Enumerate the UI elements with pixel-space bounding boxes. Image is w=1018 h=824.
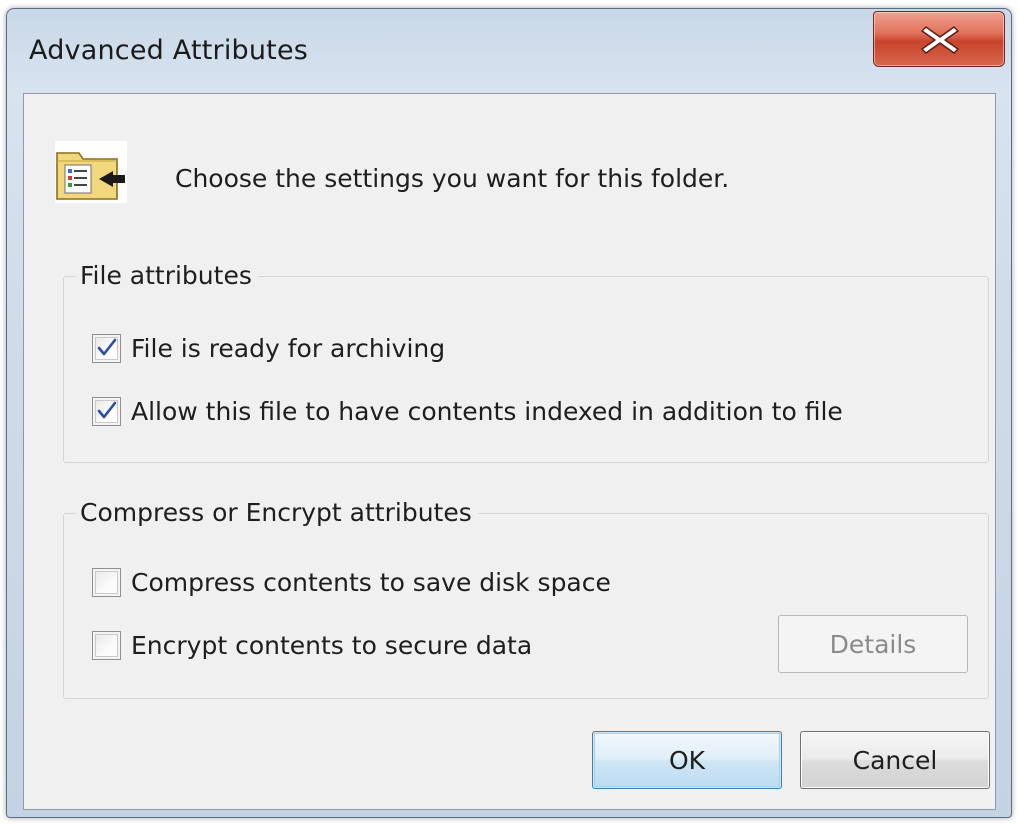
archive-label[interactable]: File is ready for archiving (131, 334, 445, 363)
index-label[interactable]: Allow this file to have contents indexed… (131, 397, 843, 426)
dialog-content: Choose the settings you want for this fo… (23, 93, 996, 810)
check-mark-icon (97, 401, 117, 418)
encrypt-label[interactable]: Encrypt contents to secure data (131, 631, 532, 660)
encrypt-checkbox[interactable] (92, 630, 121, 660)
window-title: Advanced Attributes (29, 35, 309, 66)
advanced-attributes-dialog: Advanced Attributes Choose the settings … (6, 8, 1012, 818)
cancel-button[interactable]: Cancel (800, 731, 990, 789)
encrypt-option[interactable]: Encrypt contents to secure data (92, 628, 532, 662)
archive-checkbox[interactable] (92, 333, 121, 363)
details-button[interactable]: Details (778, 615, 968, 673)
file-attributes-legend: File attributes (76, 261, 258, 290)
index-checkbox[interactable] (92, 396, 121, 426)
file-attributes-group: File attributes File is ready for archiv… (63, 261, 989, 463)
title-bar[interactable]: Advanced Attributes (7, 9, 1011, 91)
archive-option[interactable]: File is ready for archiving (92, 331, 445, 365)
check-mark-icon (97, 338, 117, 355)
compress-checkbox[interactable] (92, 567, 121, 597)
compress-encrypt-legend: Compress or Encrypt attributes (76, 498, 478, 527)
ok-button[interactable]: OK (592, 731, 782, 789)
close-button[interactable] (873, 11, 1005, 67)
close-icon (921, 26, 959, 54)
instruction-text: Choose the settings you want for this fo… (175, 164, 730, 193)
compress-option[interactable]: Compress contents to save disk space (92, 565, 611, 599)
index-option[interactable]: Allow this file to have contents indexed… (92, 394, 843, 428)
folder-attributes-icon (53, 139, 129, 205)
compress-label[interactable]: Compress contents to save disk space (131, 568, 611, 597)
